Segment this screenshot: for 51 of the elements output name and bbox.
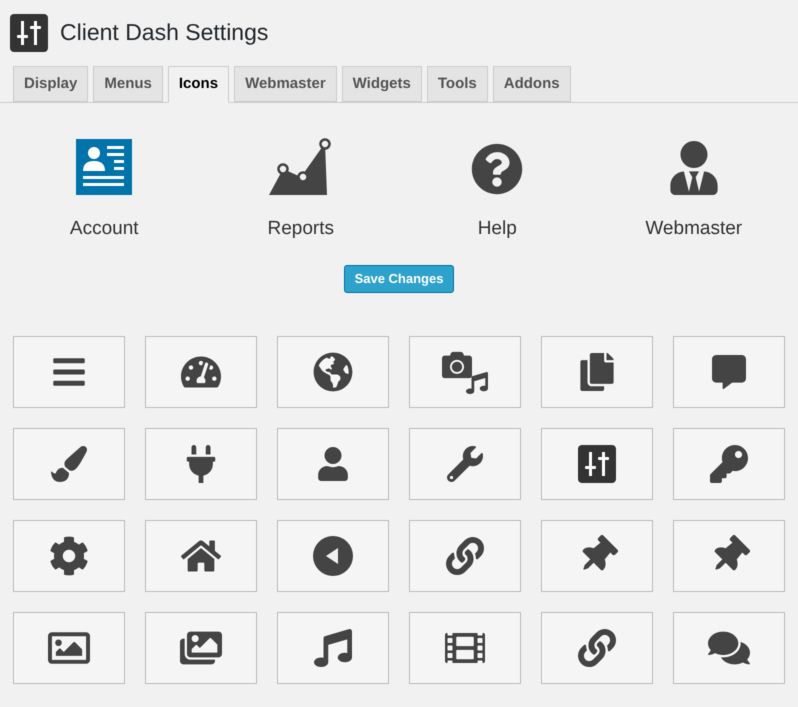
speech-bubble-icon [712,354,746,388]
icon-tile[interactable] [409,612,521,684]
tab[interactable]: Menus [93,66,163,102]
wrench-icon [447,446,483,482]
icon-tile[interactable] [409,336,521,408]
icon-tile[interactable] [277,336,389,408]
icon-tile[interactable] [277,520,389,592]
paintbrush-icon [51,446,87,482]
icon-tile[interactable] [673,520,785,592]
icon-tile[interactable] [13,612,125,684]
chain-link-icon [446,536,484,574]
key-icon [710,444,748,482]
icon-tile[interactable] [145,612,257,684]
camera-music-icon [442,350,488,394]
globe-icon [313,352,353,392]
gear-icon [49,536,89,576]
icon-tile[interactable] [541,336,653,408]
icon-tile[interactable] [673,336,785,408]
icon-tile[interactable] [13,520,125,592]
icon-tile[interactable] [673,612,785,684]
tab[interactable]: Tools [426,66,488,102]
icon-label: Webmaster [645,217,742,241]
icon-tile[interactable] [145,336,257,408]
sliders-icon [578,444,616,482]
icon-tile[interactable] [145,520,257,592]
sliders-logo-icon [10,14,48,52]
tab[interactable]: Display [13,66,88,102]
tab[interactable]: Webmaster [234,66,337,102]
icon-tile[interactable] [409,428,521,500]
tab[interactable]: Widgets [342,66,422,102]
tab[interactable]: Addons [492,66,571,102]
icon-label: Help [478,217,517,241]
icon-tile[interactable] [13,428,125,500]
page-title: Client Dash Settings [60,18,268,48]
play-back-icon [313,536,353,576]
icon-tile[interactable] [541,612,653,684]
icon-tile[interactable] [541,428,653,500]
icon-tile[interactable] [409,520,521,592]
icon-tile[interactable] [277,612,389,684]
icon-tile[interactable] [145,428,257,500]
chain-link-icon [578,628,616,666]
tab[interactable]: Icons [168,66,230,103]
icon-tile[interactable] [277,428,389,500]
icon-label: Reports [267,217,334,241]
user-icon [316,446,350,480]
music-note-icon [314,628,352,666]
icon-tile[interactable] [13,336,125,408]
icon-tile[interactable] [673,428,785,500]
icon-tile[interactable] [541,520,653,592]
icon-label: Account [70,217,139,241]
pages-icon [578,352,616,390]
